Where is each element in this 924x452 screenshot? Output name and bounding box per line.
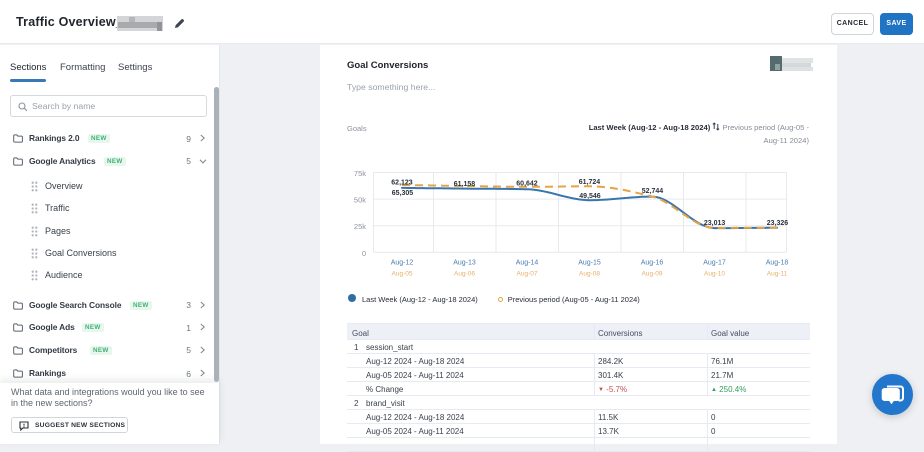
svg-text:Aug-07: Aug-07: [517, 271, 538, 278]
svg-text:Aug-16: Aug-16: [641, 260, 664, 267]
svg-text:Aug-06: Aug-06: [454, 271, 475, 278]
svg-text:62,123: 62,123: [391, 180, 413, 187]
svg-text:Aug-05: Aug-05: [392, 271, 413, 278]
svg-text:65,305: 65,305: [392, 190, 414, 197]
svg-text:Aug-09: Aug-09: [642, 271, 663, 278]
svg-text:25k: 25k: [354, 222, 366, 231]
svg-text:Aug-12: Aug-12: [391, 260, 414, 267]
svg-text:23,013: 23,013: [704, 220, 726, 227]
svg-text:Aug-11: Aug-11: [767, 271, 788, 278]
svg-text:52,744: 52,744: [642, 188, 664, 195]
svg-text:75k: 75k: [354, 169, 366, 178]
svg-text:Aug-08: Aug-08: [579, 271, 600, 278]
svg-text:Aug-10: Aug-10: [704, 271, 725, 278]
svg-text:61,724: 61,724: [579, 179, 601, 186]
svg-text:Aug-17: Aug-17: [703, 260, 726, 267]
svg-text:0: 0: [362, 249, 366, 258]
svg-text:23,326: 23,326: [767, 220, 789, 227]
svg-text:Aug-15: Aug-15: [578, 260, 601, 267]
svg-text:Aug-18: Aug-18: [766, 260, 789, 267]
svg-text:Aug-14: Aug-14: [516, 260, 539, 267]
svg-text:Aug-13: Aug-13: [453, 260, 476, 267]
svg-text:60,642: 60,642: [516, 181, 538, 188]
svg-text:50k: 50k: [354, 196, 366, 205]
svg-text:49,546: 49,546: [579, 193, 601, 200]
svg-text:61,158: 61,158: [454, 181, 476, 188]
